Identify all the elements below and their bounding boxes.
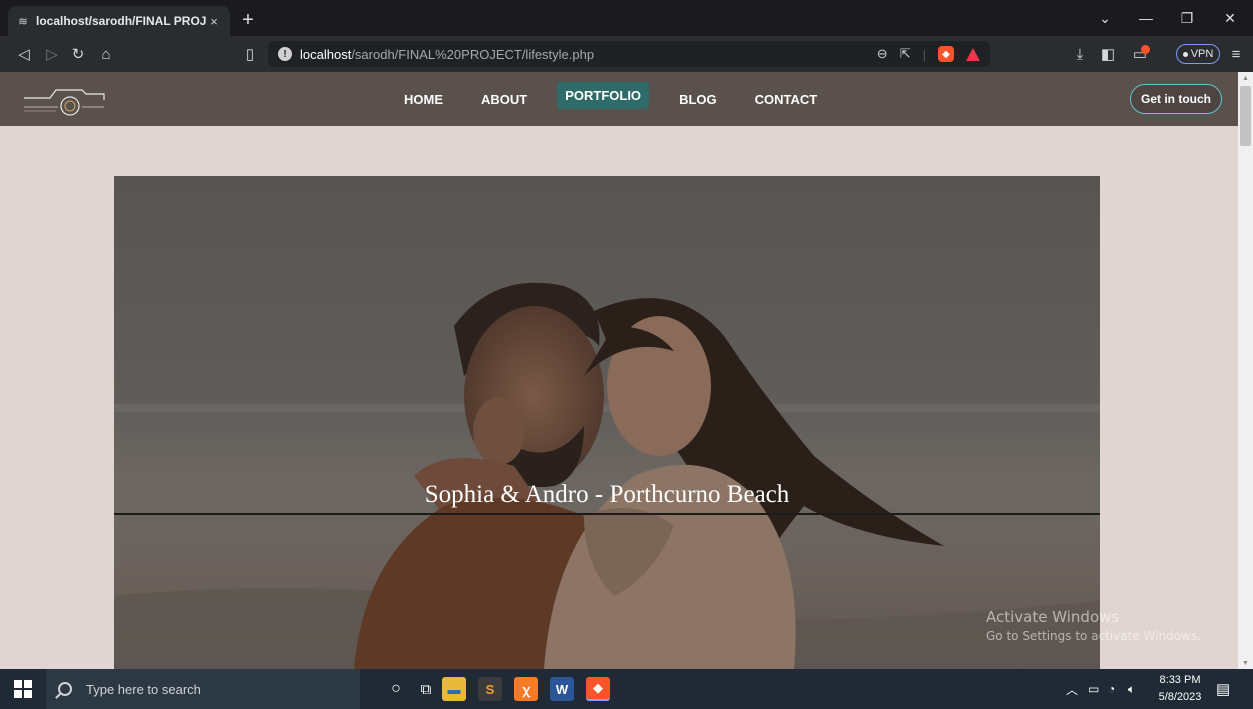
taskbar-clock[interactable]: 8:33 PM 5/8/2023 xyxy=(1156,672,1204,706)
nav-contact[interactable]: CONTACT xyxy=(747,86,826,113)
brave-shields-icon[interactable]: ◆ xyxy=(938,46,954,62)
search-placeholder: Type here to search xyxy=(86,681,201,697)
cortana-icon[interactable]: ○ xyxy=(384,677,408,701)
sidebar-icon[interactable]: ◧ xyxy=(1096,42,1120,66)
clock-time: 8:33 PM xyxy=(1159,674,1201,686)
download-icon[interactable]: ⤓ xyxy=(1068,42,1092,66)
scroll-down-icon[interactable]: ▼ xyxy=(1238,657,1253,669)
page-scrollbar[interactable]: ▲ ▼ xyxy=(1238,72,1253,669)
camera-logo-icon[interactable] xyxy=(20,80,110,118)
vpn-status-dot xyxy=(1182,51,1188,57)
nav-portfolio[interactable]: PORTFOLIO xyxy=(557,81,650,109)
reload-icon[interactable]: ↻ xyxy=(66,42,90,66)
restore-button[interactable]: ❐ xyxy=(1167,0,1207,36)
word-icon[interactable]: W xyxy=(550,677,574,701)
battery-icon[interactable]: ▭ xyxy=(1088,669,1099,709)
taskbar-search-box[interactable]: Type here to search xyxy=(46,669,360,709)
share-icon[interactable]: ⇱ xyxy=(900,46,911,62)
hero-caption: Sophia & Andro - Porthcurno Beach xyxy=(424,481,790,508)
wallet-icon[interactable]: ▭ xyxy=(1128,42,1152,66)
vpn-button[interactable]: VPN xyxy=(1176,44,1220,64)
menu-icon[interactable]: ≡ xyxy=(1224,42,1248,66)
brave-taskbar-icon[interactable]: ◆ xyxy=(586,677,610,701)
browser-tab[interactable]: ≋ localhost/sarodh/FINAL PROJECT × xyxy=(8,6,230,36)
scrollbar-thumb[interactable] xyxy=(1240,86,1251,146)
browser-toolbar: ◁ ▷ ↻ ⌂ ▯ ! localhost /sarodh/FINAL%20PR… xyxy=(0,36,1253,72)
tray-chevron-icon[interactable]: ︿ xyxy=(1066,669,1078,709)
window-close-button[interactable]: ✕ xyxy=(1210,0,1250,36)
main-menu: HOME ABOUT PORTFOLIO BLOG CONTACT xyxy=(396,72,847,126)
sublime-text-icon[interactable]: S xyxy=(478,677,502,701)
back-icon[interactable]: ◁ xyxy=(12,42,36,66)
hero-image: Sophia & Andro - Porthcurno Beach xyxy=(114,176,1100,669)
notification-dot xyxy=(1141,45,1150,54)
forward-icon[interactable]: ▷ xyxy=(40,42,64,66)
xampp-icon[interactable]: ꭓ xyxy=(514,677,538,701)
nav-home[interactable]: HOME xyxy=(396,86,451,113)
windows-start-icon[interactable] xyxy=(14,680,32,698)
tab-search-chevron-icon[interactable]: ⌄ xyxy=(1085,0,1125,36)
page-viewport: HOME ABOUT PORTFOLIO BLOG CONTACT Get in… xyxy=(0,72,1238,669)
site-navbar: HOME ABOUT PORTFOLIO BLOG CONTACT Get in… xyxy=(0,72,1238,126)
file-explorer-icon[interactable]: ▬ xyxy=(442,677,466,701)
tab-title: localhost/sarodh/FINAL PROJECT xyxy=(36,14,206,28)
url-host: localhost xyxy=(300,46,352,62)
caption-divider xyxy=(114,513,1100,515)
get-in-touch-button[interactable]: Get in touch xyxy=(1130,84,1222,114)
browser-tab-bar: ≋ localhost/sarodh/FINAL PROJECT × + ⌄ —… xyxy=(0,0,1253,36)
divider: | xyxy=(922,46,926,62)
vpn-label: VPN xyxy=(1190,48,1214,60)
nav-blog[interactable]: BLOG xyxy=(671,86,725,113)
nav-about[interactable]: ABOUT xyxy=(473,86,535,113)
tab-close-button[interactable]: × xyxy=(206,14,222,29)
wifi-icon[interactable]: ◔ xyxy=(1108,669,1115,709)
site-info-icon[interactable]: ! xyxy=(278,47,292,61)
minimize-button[interactable]: — xyxy=(1126,0,1166,36)
watermark-subtitle: Go to Settings to activate Windows. xyxy=(986,629,1201,643)
home-icon[interactable]: ⌂ xyxy=(94,42,118,66)
activate-windows-watermark: Activate Windows Go to Settings to activ… xyxy=(986,608,1201,643)
volume-icon[interactable]: 🔈︎ xyxy=(1128,669,1135,709)
address-bar[interactable]: ! localhost /sarodh/FINAL%20PROJECT/life… xyxy=(268,41,990,67)
url-path: /sarodh/FINAL%20PROJECT/lifestyle.php xyxy=(351,46,595,62)
clock-date: 5/8/2023 xyxy=(1158,691,1202,703)
search-icon xyxy=(58,682,72,696)
brave-rewards-icon[interactable] xyxy=(966,47,980,61)
bookmark-icon[interactable]: ▯ xyxy=(238,42,262,66)
scroll-up-icon[interactable]: ▲ xyxy=(1238,72,1253,84)
couple-photo xyxy=(114,176,1100,669)
zoom-icon[interactable]: ⊖ xyxy=(877,46,888,62)
notifications-icon[interactable]: ▤ xyxy=(1216,669,1230,709)
watermark-title: Activate Windows xyxy=(986,608,1120,626)
task-view-icon[interactable]: ⧉ xyxy=(414,677,438,701)
new-tab-button[interactable]: + xyxy=(236,8,260,32)
globe-icon: ≋ xyxy=(18,15,28,28)
windows-taskbar: Type here to search ○ ⧉ ▬ S ꭓ W ◆ ︿ ▭ ◔ … xyxy=(0,669,1253,709)
